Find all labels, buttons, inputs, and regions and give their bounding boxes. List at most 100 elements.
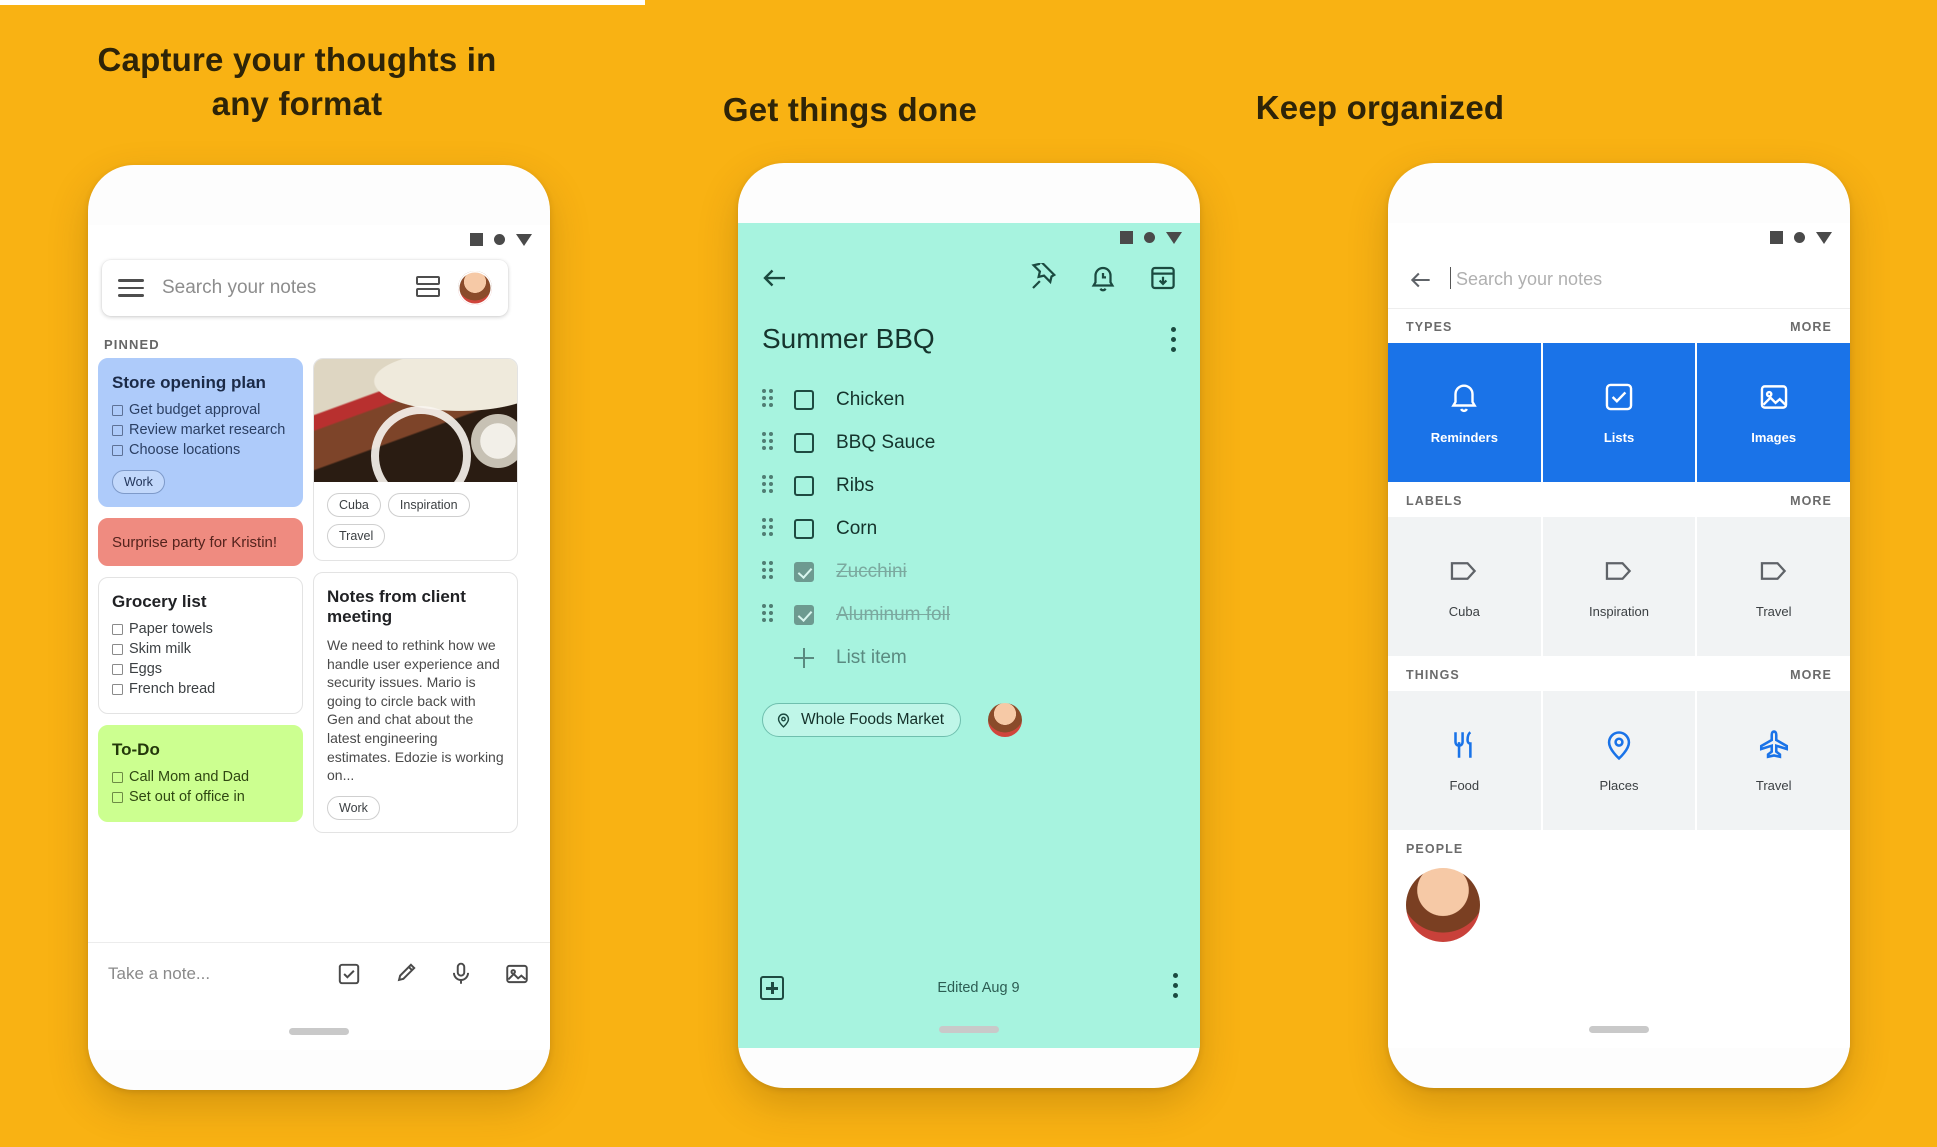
reminder-bell-icon[interactable] (1088, 263, 1118, 293)
person-avatar[interactable] (1406, 868, 1480, 942)
search-bar[interactable]: Search your notes (102, 260, 508, 316)
microphone-icon[interactable] (448, 961, 474, 987)
more-link[interactable]: MORE (1790, 320, 1832, 334)
drag-handle-icon[interactable] (762, 475, 778, 497)
take-a-note-input[interactable]: Take a note... (108, 964, 336, 984)
list-item-label: Zucchini (836, 561, 907, 582)
tile-places[interactable]: Places (1542, 691, 1696, 830)
list-item[interactable]: Corn (762, 510, 1176, 548)
checkbox-icon[interactable] (112, 623, 123, 635)
drag-handle-icon[interactable] (762, 389, 778, 411)
add-box-icon[interactable] (760, 976, 784, 1000)
label-chip[interactable]: Work (112, 470, 165, 495)
back-arrow-icon[interactable] (760, 263, 790, 293)
note-checklist-item[interactable]: Get budget approval (112, 402, 289, 419)
drag-handle-icon[interactable] (762, 561, 778, 583)
tile-travel[interactable]: Travel (1697, 691, 1850, 830)
tile-label-travel[interactable]: Travel (1697, 517, 1850, 656)
search-bar[interactable]: Search your notes (1388, 251, 1850, 309)
tile-label-cuba[interactable]: Cuba (1388, 517, 1541, 656)
note-card-photo[interactable]: Cuba Inspiration Travel (313, 358, 518, 561)
tile-reminders[interactable]: Reminders (1388, 343, 1541, 482)
more-link[interactable]: MORE (1790, 668, 1832, 682)
heading-get-things-done: Get things done (722, 91, 978, 128)
checkbox-checked-icon[interactable] (794, 562, 814, 582)
note-card-to-do[interactable]: To-Do Call Mom and Dad Set out of office… (98, 725, 303, 823)
plus-icon[interactable] (794, 648, 814, 668)
note-checklist-item[interactable]: Eggs (112, 661, 289, 678)
add-list-item-row[interactable]: List item (762, 639, 1176, 677)
label-chip[interactable]: Travel (327, 524, 386, 548)
checkbox-icon[interactable] (794, 476, 814, 496)
list-item-completed[interactable]: Zucchini (762, 553, 1176, 591)
pin-icon[interactable] (1028, 263, 1058, 293)
note-checklist-item[interactable]: Set out of office in (112, 789, 289, 806)
checkbox-icon[interactable] (112, 425, 123, 437)
search-input[interactable]: Search your notes (162, 277, 416, 299)
note-checklist-item[interactable]: Paper towels (112, 621, 289, 638)
checkbox-icon[interactable] (336, 961, 362, 987)
label-chip[interactable]: Work (327, 795, 380, 820)
triangle-icon (516, 233, 532, 246)
note-checklist-item[interactable]: Review market research (112, 422, 289, 439)
note-card-store-opening-plan[interactable]: Store opening plan Get budget approval R… (98, 358, 303, 508)
checkbox-icon[interactable] (794, 390, 814, 410)
checkbox-icon[interactable] (794, 433, 814, 453)
list-item-completed[interactable]: Aluminum foil (762, 596, 1176, 634)
note-card-grocery-list[interactable]: Grocery list Paper towels Skim milk Eggs (98, 576, 303, 715)
tile-images[interactable]: Images (1697, 343, 1850, 482)
list-item[interactable]: Chicken (762, 381, 1176, 419)
brush-icon[interactable] (392, 961, 418, 987)
location-chip[interactable]: Whole Foods Market (762, 703, 961, 737)
label-chip[interactable]: Cuba (327, 493, 381, 517)
add-list-item-label: List item (836, 647, 907, 668)
section-header-labels: LABELS MORE (1388, 485, 1850, 517)
back-arrow-icon[interactable] (1408, 267, 1434, 293)
checkbox-icon[interactable] (112, 405, 123, 416)
phone-mockup-notes-list: Search your notes PINNED Store opening p… (88, 165, 550, 1090)
tile-food[interactable]: Food (1388, 691, 1541, 830)
section-header-people: PEOPLE (1388, 833, 1850, 865)
drag-handle-icon[interactable] (762, 518, 778, 540)
take-a-note-bar[interactable]: Take a note... (88, 942, 550, 1004)
list-item[interactable]: Ribs (762, 467, 1176, 505)
note-checklist-item[interactable]: French bread (112, 681, 289, 698)
checkbox-icon[interactable] (112, 643, 123, 655)
checkbox-icon[interactable] (112, 684, 123, 696)
more-vertical-icon[interactable] (1173, 973, 1178, 1003)
tile-label: Places (1599, 778, 1639, 793)
checkbox-icon[interactable] (112, 664, 123, 676)
note-title[interactable]: Summer BBQ (762, 323, 935, 355)
search-input[interactable]: Search your notes (1449, 267, 1602, 290)
collaborator-avatar[interactable] (988, 703, 1022, 737)
checkbox-checked-icon[interactable] (794, 605, 814, 625)
checkbox-icon[interactable] (112, 792, 123, 804)
note-checklist-item[interactable]: Skim milk (112, 641, 289, 658)
note-checklist-item[interactable]: Call Mom and Dad (112, 769, 289, 786)
tile-label-inspiration[interactable]: Inspiration (1542, 517, 1696, 656)
image-icon[interactable] (504, 961, 530, 987)
airplane-icon (1757, 728, 1791, 762)
checklist-label: Set out of office in (129, 789, 245, 806)
menu-hamburger-icon[interactable] (118, 279, 144, 297)
drag-handle-icon[interactable] (762, 432, 778, 454)
note-card-client-meeting[interactable]: Notes from client meeting We need to ret… (313, 572, 518, 833)
list-item-label: Corn (836, 518, 878, 539)
note-checklist-item[interactable]: Choose locations (112, 442, 289, 459)
note-card-surprise-party[interactable]: Surprise party for Kristin! (98, 518, 303, 566)
more-vertical-icon[interactable] (1171, 327, 1176, 357)
view-toggle-icon[interactable] (416, 276, 440, 300)
checkbox-icon[interactable] (112, 445, 123, 457)
checkbox-icon[interactable] (794, 519, 814, 539)
checkbox-icon[interactable] (112, 772, 123, 784)
label-chip[interactable]: Inspiration (387, 493, 470, 517)
list-item-label: Aluminum foil (836, 604, 951, 625)
tile-lists[interactable]: Lists (1542, 343, 1696, 482)
edited-timestamp: Edited Aug 9 (937, 980, 1020, 996)
list-item[interactable]: BBQ Sauce (762, 424, 1176, 462)
drag-handle-icon[interactable] (762, 604, 778, 626)
archive-icon[interactable] (1148, 263, 1178, 293)
note-title: To-Do (112, 740, 160, 760)
more-link[interactable]: MORE (1790, 494, 1832, 508)
avatar[interactable] (458, 271, 492, 305)
